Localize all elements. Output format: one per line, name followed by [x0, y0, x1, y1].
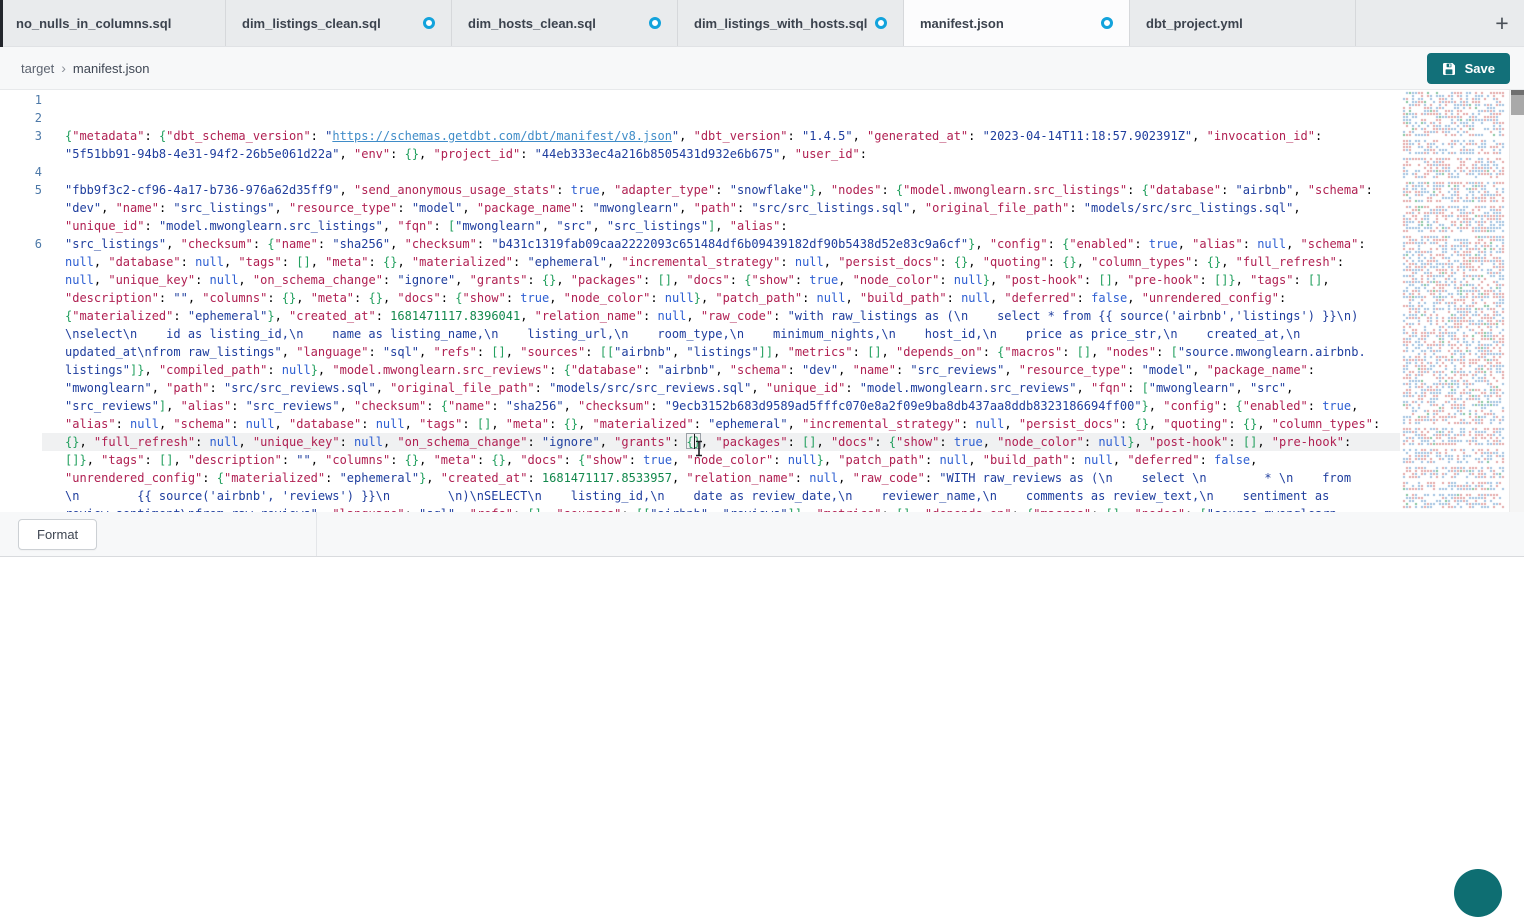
unsaved-changes-dot-icon[interactable]: [649, 17, 661, 29]
tab-dim-listings-with-hosts-sql[interactable]: dim_listings_with_hosts.sql: [678, 0, 904, 46]
format-button[interactable]: Format: [18, 519, 97, 550]
editor-tab-bar: no_nulls_in_columns.sql dim_listings_clea…: [0, 0, 1524, 47]
code-editor[interactable]: 123{"metadata": {"dbt_schema_version": "…: [0, 90, 1524, 512]
code-line[interactable]: 2: [0, 109, 1400, 127]
code-line[interactable]: "dev", "name": "src_listings", "resource…: [0, 199, 1400, 217]
tab-label: dbt_project.yml: [1146, 16, 1243, 31]
code-line[interactable]: {"materialized": "ephemeral"}, "created_…: [0, 307, 1400, 325]
code-line[interactable]: null, "database": null, "tags": [], "met…: [0, 253, 1400, 271]
line-number: 3: [0, 127, 42, 145]
code-line[interactable]: \n {{ source('airbnb', 'reviews') }}\n \…: [0, 487, 1400, 505]
line-number: [0, 199, 42, 217]
left-edge-dark-strip: [0, 0, 3, 47]
chevron-right-icon: ›: [61, 60, 66, 76]
code-line[interactable]: 3{"metadata": {"dbt_schema_version": "ht…: [0, 127, 1400, 145]
code-line[interactable]: "description": "", "columns": {}, "meta"…: [0, 289, 1400, 307]
help-widget-button[interactable]: [1454, 869, 1502, 917]
line-number: [0, 505, 42, 512]
line-number: [0, 289, 42, 307]
file-path-bar: target › manifest.json Save: [0, 47, 1524, 90]
line-number: [0, 361, 42, 379]
line-number: [0, 379, 42, 397]
tab-dbt-project-yml[interactable]: dbt_project.yml: [1130, 0, 1356, 46]
line-number: [0, 343, 42, 361]
panel-divider: [316, 512, 317, 556]
code-line[interactable]: []}, "tags": [], "description": "", "col…: [0, 451, 1400, 469]
tab-label: dim_listings_clean.sql: [242, 16, 381, 31]
code-line[interactable]: 5"fbb9f3c2-cf96-4a17-b736-976a62d35ff9",…: [0, 181, 1400, 199]
line-number: [0, 253, 42, 271]
code-line[interactable]: \nselect\n id as listing_id,\n name as l…: [0, 325, 1400, 343]
code-line[interactable]: 1: [0, 91, 1400, 109]
code-line[interactable]: "mwonglearn", "path": "src/src_reviews.s…: [0, 379, 1400, 397]
tab-label: manifest.json: [920, 16, 1004, 31]
code-lines[interactable]: 123{"metadata": {"dbt_schema_version": "…: [0, 91, 1400, 512]
ide-window: no_nulls_in_columns.sql dim_listings_clea…: [0, 0, 1524, 875]
line-number: [0, 271, 42, 289]
code-line[interactable]: "src_reviews"], "alias": "src_reviews", …: [0, 397, 1400, 415]
unsaved-changes-dot-icon[interactable]: [875, 17, 887, 29]
code-line[interactable]: updated_at\nfrom raw_listings", "languag…: [0, 343, 1400, 361]
results-panel: [0, 557, 1524, 875]
breadcrumb-folder: target: [21, 61, 54, 76]
line-number: [0, 325, 42, 343]
line-number: [0, 145, 42, 163]
breadcrumb-file: manifest.json: [73, 61, 150, 76]
new-tab-button[interactable]: +: [1486, 7, 1518, 39]
save-icon: [1442, 62, 1456, 76]
line-number: [0, 217, 42, 235]
save-button-label: Save: [1465, 61, 1495, 76]
line-number: [0, 415, 42, 433]
line-number: [0, 451, 42, 469]
unsaved-changes-dot-icon[interactable]: [1101, 17, 1113, 29]
unsaved-changes-dot-icon[interactable]: [423, 17, 435, 29]
line-number: 4: [0, 163, 42, 181]
tab-manifest-json[interactable]: manifest.json: [904, 0, 1130, 46]
code-line[interactable]: {}, "full_refresh": null, "unique_key": …: [0, 433, 1400, 451]
line-number: 1: [0, 91, 42, 109]
line-number: 6: [0, 235, 42, 253]
code-line[interactable]: "unrendered_config": {"materialized": "e…: [0, 469, 1400, 487]
line-number: 2: [0, 109, 42, 127]
editor-minimap[interactable]: [1401, 90, 1509, 512]
editor-scrollbar[interactable]: [1509, 90, 1524, 512]
line-number: [0, 469, 42, 487]
save-button[interactable]: Save: [1427, 53, 1510, 84]
code-line[interactable]: 4: [0, 163, 1400, 181]
line-number: [0, 487, 42, 505]
code-line[interactable]: review_sentiment\nfrom raw_reviews", "la…: [0, 505, 1400, 512]
text-caret: [694, 434, 696, 449]
tab-dim-hosts-clean-sql[interactable]: dim_hosts_clean.sql: [452, 0, 678, 46]
tab-label: dim_listings_with_hosts.sql: [694, 16, 867, 31]
code-line[interactable]: "5f51bb91-94b8-4e31-94f2-26b5e061d22a", …: [0, 145, 1400, 163]
code-line[interactable]: null, "unique_key": null, "on_schema_cha…: [0, 271, 1400, 289]
line-number: [0, 397, 42, 415]
code-line[interactable]: "alias": null, "schema": null, "database…: [0, 415, 1400, 433]
code-line[interactable]: listings"]}, "compiled_path": null}, "mo…: [0, 361, 1400, 379]
format-toolbar: Format: [0, 512, 1524, 557]
editor-scrollbar-thumb[interactable]: [1511, 90, 1524, 115]
tab-no-nulls-in-columns-sql[interactable]: no_nulls_in_columns.sql: [0, 0, 226, 46]
line-number: [0, 433, 42, 451]
code-line[interactable]: "unique_id": "model.mwonglearn.src_listi…: [0, 217, 1400, 235]
tab-label: no_nulls_in_columns.sql: [16, 16, 171, 31]
tab-label: dim_hosts_clean.sql: [468, 16, 596, 31]
breadcrumb: target › manifest.json: [21, 47, 150, 89]
line-number: [0, 307, 42, 325]
code-line[interactable]: 6"src_listings", "checksum": {"name": "s…: [0, 235, 1400, 253]
tab-dim-listings-clean-sql[interactable]: dim_listings_clean.sql: [226, 0, 452, 46]
line-number: 5: [0, 181, 42, 199]
